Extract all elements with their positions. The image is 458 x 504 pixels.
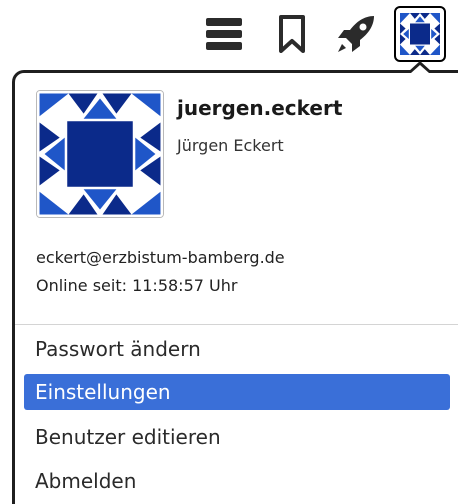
- rocket-icon[interactable]: [334, 12, 378, 56]
- profile-avatar: [36, 90, 164, 218]
- bookmark-icon[interactable]: [277, 15, 307, 53]
- online-since: Online seit: 11:58:57 Uhr: [36, 276, 238, 295]
- full-name: Jürgen Eckert: [177, 136, 284, 155]
- menu-divider: [15, 324, 458, 325]
- change-password-item[interactable]: Passwort ändern: [24, 331, 450, 367]
- logout-item[interactable]: Abmelden: [24, 463, 450, 499]
- edit-user-item[interactable]: Benutzer editieren: [24, 419, 450, 455]
- page: juergen.eckert Jürgen Eckert eckert@erzb…: [0, 0, 458, 504]
- settings-item[interactable]: Einstellungen: [24, 374, 450, 410]
- username: juergen.eckert: [177, 96, 343, 120]
- dropdown-caret-fill: [411, 65, 429, 73]
- user-avatar-icon[interactable]: [394, 6, 446, 62]
- email-address: eckert@erzbistum-bamberg.de: [36, 248, 285, 267]
- hamburger-menu-icon[interactable]: [204, 14, 244, 54]
